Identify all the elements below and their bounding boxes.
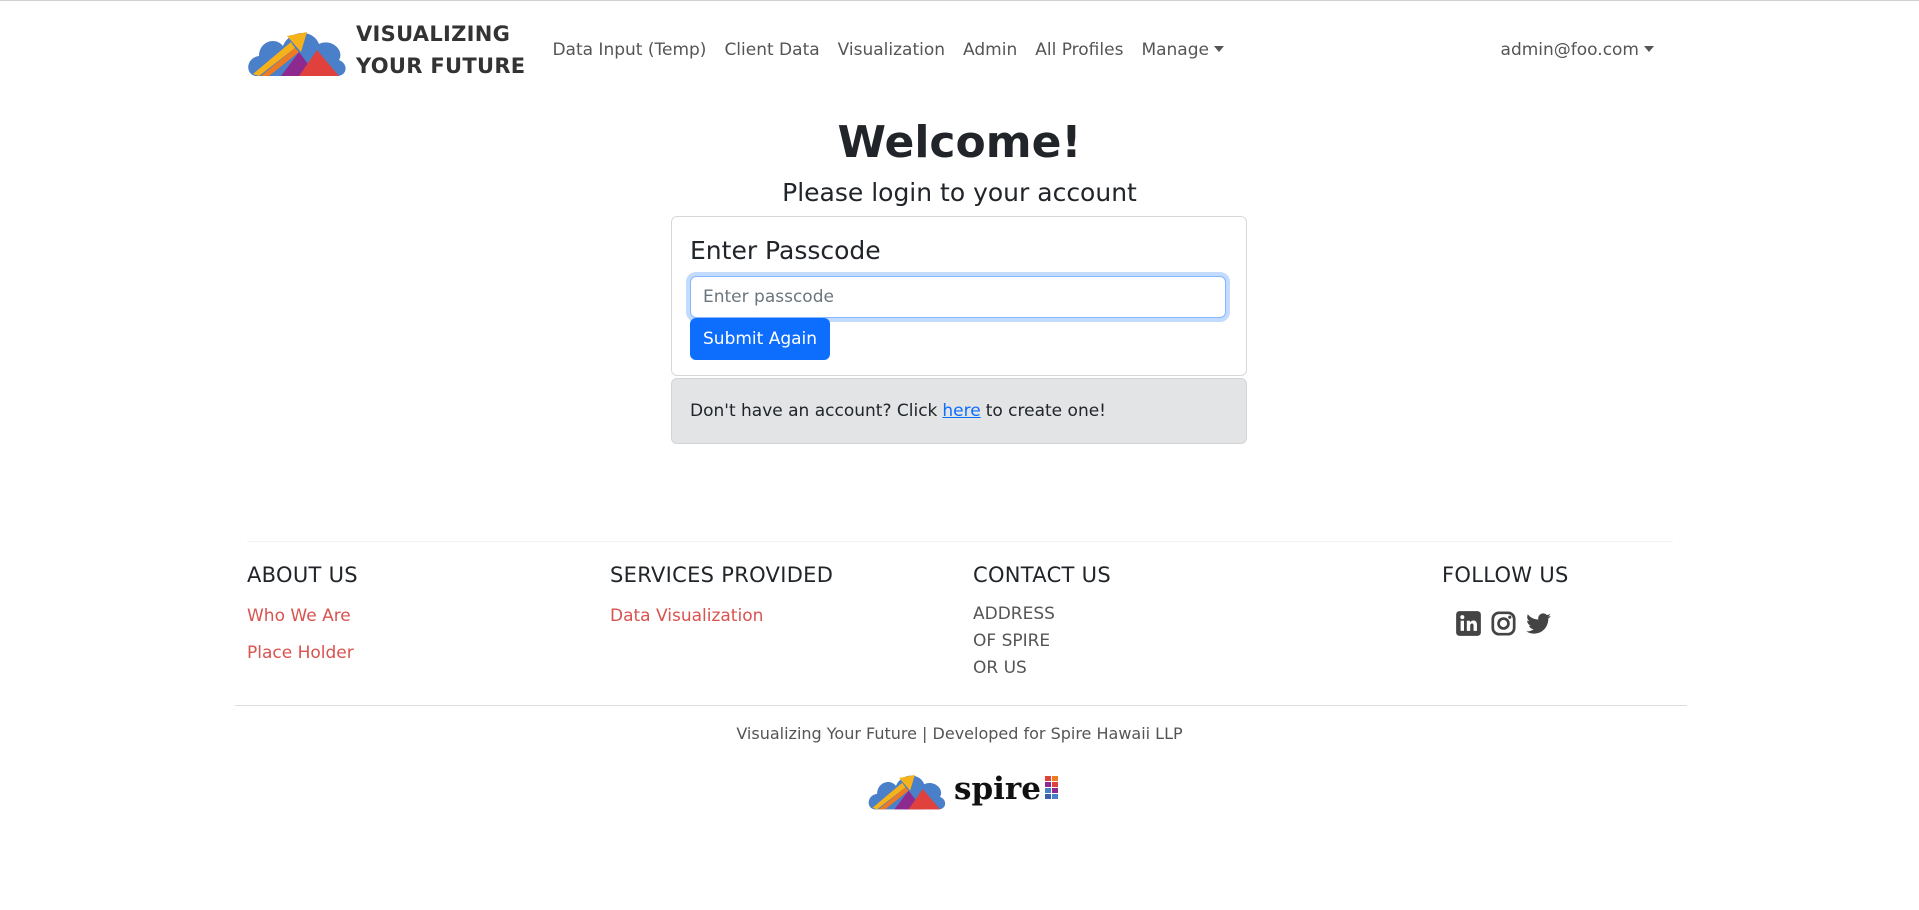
partner-logo: spire: [867, 767, 1059, 811]
cloud-logo-icon: [248, 32, 346, 76]
twitter-icon[interactable]: [1525, 610, 1552, 637]
nav-data-input[interactable]: Data Input (Temp): [543, 40, 715, 60]
address-line-2: OF SPIRE: [973, 631, 1051, 651]
nav-client-data[interactable]: Client Data: [715, 40, 828, 60]
footer-contact-column: CONTACT US ADDRESS OF SPIRE OR US: [973, 559, 1111, 682]
brand-line-2: YOUR FUTURE: [356, 54, 526, 78]
nav-visualization[interactable]: Visualization: [829, 40, 954, 60]
footer-about-column: ABOUT US Who We Are Place Holder: [247, 559, 358, 664]
signup-link[interactable]: here: [942, 401, 980, 421]
spire-wordmark: spire: [954, 771, 1041, 807]
chevron-down-icon: [1213, 46, 1224, 52]
footer-link-place-holder[interactable]: Place Holder: [247, 642, 358, 664]
footer-divider-bottom: [235, 705, 1687, 706]
user-menu-dropdown[interactable]: admin@foo.com: [1492, 40, 1663, 60]
brand-line-1: VISUALIZING: [356, 22, 511, 46]
login-card: Enter Passcode Submit Again: [671, 216, 1247, 376]
signup-prompt: Don't have an account? Click here to cre…: [671, 378, 1247, 444]
address-line-1: ADDRESS: [973, 604, 1055, 624]
nav-admin[interactable]: Admin: [954, 40, 1026, 60]
footer-link-data-visualization[interactable]: Data Visualization: [610, 605, 833, 627]
footer-services-heading: SERVICES PROVIDED: [610, 563, 834, 587]
page-subtitle: Please login to your account: [782, 178, 1137, 207]
nav-manage-label: Manage: [1141, 40, 1209, 60]
nav-links: Data Input (Temp) Client Data Visualizat…: [543, 40, 1233, 60]
brand-home-link[interactable]: VISUALIZING YOUR FUTURE: [247, 18, 525, 82]
nav-manage-dropdown[interactable]: Manage: [1132, 40, 1233, 60]
signup-prefix-text: Don't have an account? Click: [690, 401, 938, 421]
chevron-down-icon: [1644, 46, 1654, 52]
footer-contact-heading: CONTACT US: [973, 563, 1111, 587]
cloud-logo-icon: [868, 774, 946, 810]
footer-follow-heading: FOLLOW US: [1442, 563, 1569, 587]
top-navbar: VISUALIZING YOUR FUTURE Data Input (Temp…: [247, 15, 1667, 85]
instagram-icon[interactable]: [1490, 610, 1517, 637]
social-icons: [1455, 610, 1569, 637]
card-title: Enter Passcode: [690, 236, 881, 265]
address-line-3: OR US: [973, 658, 1027, 678]
footer-credit: Visualizing Your Future | Developed for …: [736, 724, 1183, 743]
user-email: admin@foo.com: [1500, 40, 1639, 60]
passcode-input[interactable]: [690, 276, 1226, 318]
footer-services-column: SERVICES PROVIDED Data Visualization: [610, 559, 833, 627]
footer-about-heading: ABOUT US: [247, 563, 358, 587]
submit-button[interactable]: Submit Again: [690, 318, 831, 360]
linkedin-icon[interactable]: [1455, 610, 1482, 637]
page-title: Welcome!: [837, 117, 1082, 168]
footer-divider-top: [247, 541, 1673, 542]
footer-follow-column: FOLLOW US: [1442, 559, 1569, 637]
signup-suffix-text: to create one!: [985, 401, 1106, 421]
spire-mark-icon: [1044, 776, 1058, 799]
footer-link-who-we-are[interactable]: Who We Are: [247, 605, 358, 627]
nav-all-profiles[interactable]: All Profiles: [1026, 40, 1132, 60]
